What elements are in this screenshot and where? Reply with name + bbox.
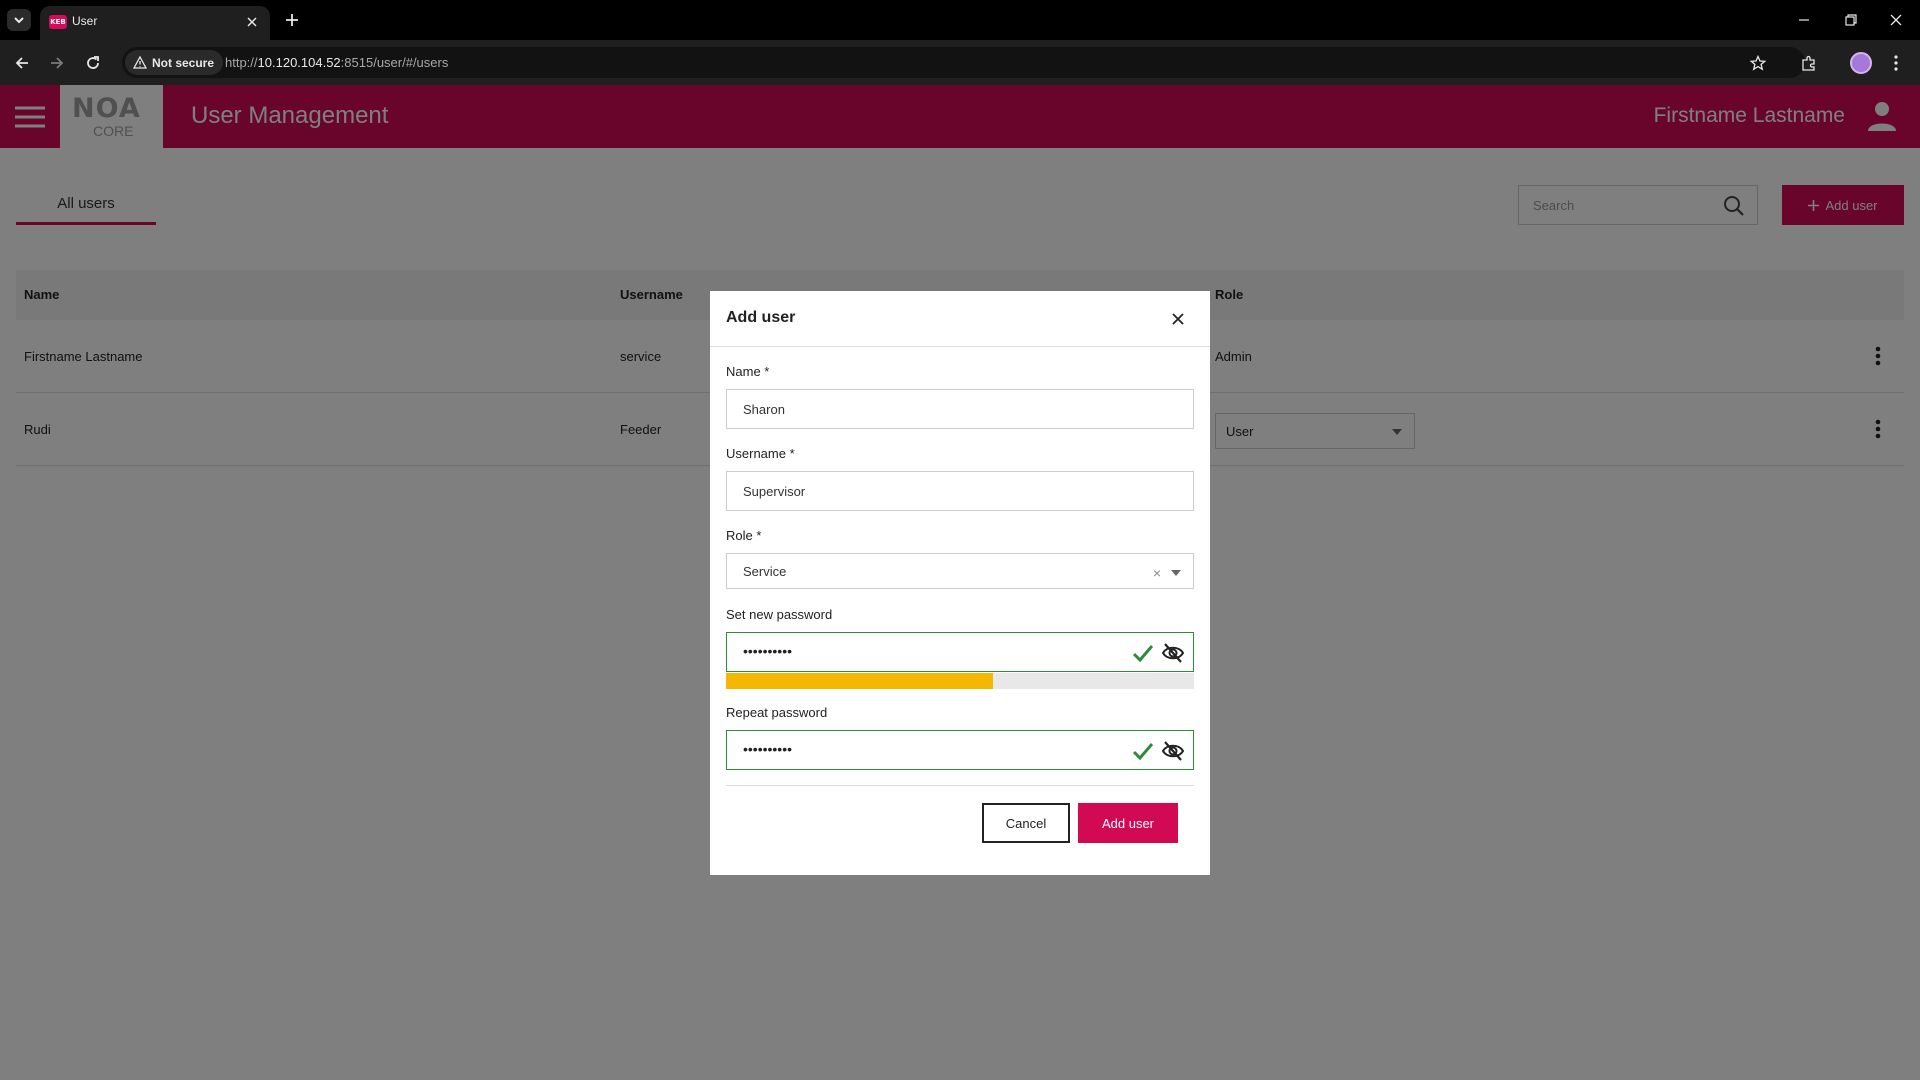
- browser-tab[interactable]: KEB User: [40, 6, 270, 40]
- browser-tab-bar: KEB User: [0, 0, 1920, 40]
- close-icon: [247, 17, 257, 27]
- submit-add-user-button[interactable]: Add user: [1078, 803, 1178, 843]
- dialog-title: Add user: [726, 309, 796, 326]
- chevron-down-icon[interactable]: [1171, 570, 1181, 576]
- check-icon: [1132, 645, 1154, 663]
- clear-icon[interactable]: ×: [1153, 565, 1161, 581]
- name-label: Name *: [726, 364, 770, 379]
- repeat-password-field[interactable]: ••••••••••: [726, 730, 1194, 770]
- repeat-password-label: Repeat password: [726, 705, 828, 720]
- puzzle-icon: [1802, 55, 1815, 71]
- browser-toolbar: Not secure http://10.120.104.52:8515/use…: [0, 40, 1920, 85]
- profile-avatar[interactable]: [1850, 52, 1872, 74]
- arrow-left-icon: [15, 57, 28, 69]
- role-select[interactable]: Service ×: [726, 553, 1194, 589]
- favicon-icon: KEB: [49, 15, 67, 29]
- eye-off-icon[interactable]: [1161, 641, 1185, 665]
- tab-title: User: [72, 14, 98, 28]
- dialog-divider: [726, 785, 1194, 786]
- url-scheme: http://: [225, 55, 258, 70]
- warning-icon: [133, 55, 147, 69]
- repeat-password-value: ••••••••••: [743, 741, 793, 757]
- security-indicator[interactable]: Not secure: [125, 50, 224, 75]
- address-bar[interactable]: Not secure http://10.120.104.52:8515/use…: [122, 47, 1805, 78]
- minimize-icon: [1799, 19, 1809, 21]
- dialog-header: Add user: [710, 291, 1210, 347]
- password-value: ••••••••••: [743, 643, 793, 659]
- name-field[interactable]: Sharon: [726, 389, 1194, 429]
- more-vertical-icon: [1894, 55, 1898, 71]
- security-label: Not secure: [152, 55, 215, 70]
- reload-button[interactable]: [81, 51, 105, 75]
- username-field[interactable]: Supervisor: [726, 471, 1194, 511]
- window-close-button[interactable]: [1874, 6, 1918, 34]
- role-value: Service: [743, 564, 787, 579]
- bookmark-button[interactable]: [1746, 51, 1770, 75]
- restore-icon: [1845, 14, 1857, 26]
- new-tab-button[interactable]: [281, 9, 303, 31]
- password-field[interactable]: ••••••••••: [726, 632, 1194, 672]
- username-value: Supervisor: [743, 484, 806, 499]
- name-value: Sharon: [743, 402, 785, 417]
- minimize-button[interactable]: [1782, 6, 1826, 34]
- password-label: Set new password: [726, 607, 833, 622]
- close-icon: [1172, 313, 1184, 325]
- restore-button[interactable]: [1829, 6, 1873, 34]
- cancel-button[interactable]: Cancel: [982, 803, 1070, 843]
- role-label: Role *: [726, 528, 762, 543]
- close-icon: [1890, 14, 1902, 26]
- back-button[interactable]: [10, 51, 34, 75]
- plus-icon: [286, 14, 298, 26]
- password-strength-meter: [726, 673, 1194, 689]
- dialog-close-button[interactable]: [1168, 309, 1188, 329]
- browser-menu-button[interactable]: [1884, 51, 1908, 75]
- arrow-right-icon: [51, 57, 64, 69]
- eye-off-icon[interactable]: [1161, 739, 1185, 763]
- star-icon: [1750, 55, 1766, 71]
- tab-search-button[interactable]: [7, 9, 31, 31]
- add-user-dialog: Add user Name * Sharon Username * Superv…: [710, 291, 1210, 875]
- url-host: 10.120.104.52: [257, 55, 341, 70]
- reload-icon: [87, 56, 99, 69]
- tab-close-button[interactable]: [242, 12, 262, 32]
- password-strength-fill: [726, 673, 993, 689]
- username-label: Username *: [726, 446, 795, 461]
- chevron-down-icon: [14, 17, 24, 24]
- extensions-button[interactable]: [1797, 51, 1821, 75]
- url-text: http://10.120.104.52:8515/user/#/users: [225, 55, 448, 70]
- check-icon: [1132, 743, 1154, 761]
- url-path: :8515/user/#/users: [340, 55, 449, 70]
- forward-button[interactable]: [45, 51, 69, 75]
